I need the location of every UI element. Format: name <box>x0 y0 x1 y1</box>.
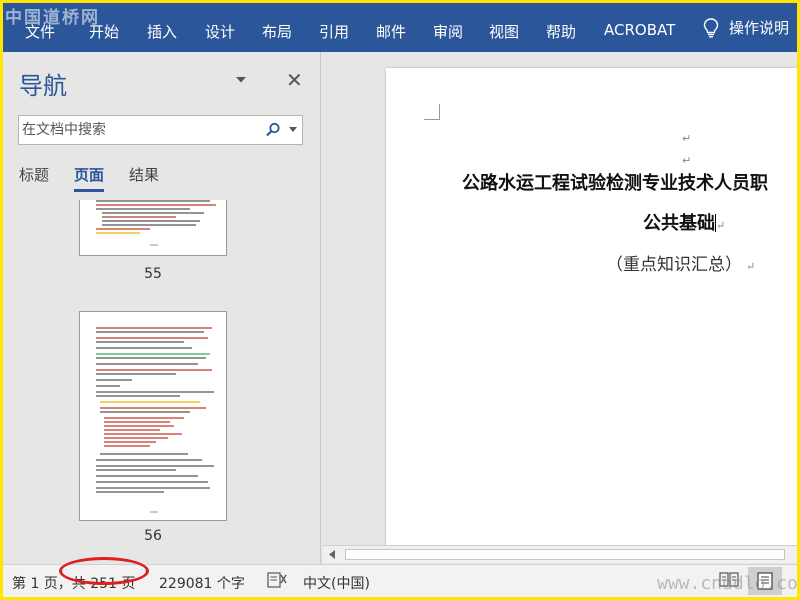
document-subtitle: 公共基础↵ <box>643 209 725 235</box>
language-indicator[interactable]: 中文(中国) <box>303 573 370 593</box>
tell-me-label: 操作说明 <box>729 19 790 37</box>
paragraph-mark: ↵ <box>716 219 726 232</box>
paragraph-mark: ↵ <box>746 260 756 273</box>
word-window: 文件 开始 插入 设计 布局 引用 邮件 审阅 视图 帮助 ACROBAT 操作… <box>3 3 797 597</box>
proofing-icon[interactable] <box>267 571 287 589</box>
nav-title: 导航 <box>19 72 67 100</box>
horizontal-scrollbar[interactable] <box>323 545 797 563</box>
nav-options-icon[interactable] <box>235 76 247 84</box>
lightbulb-icon <box>703 17 719 37</box>
tab-insert[interactable]: 插入 <box>147 21 177 42</box>
tab-layout[interactable]: 布局 <box>262 21 292 42</box>
tell-me-box[interactable]: 操作说明 <box>703 17 789 38</box>
tab-references[interactable]: 引用 <box>319 21 349 42</box>
search-icon[interactable] <box>265 122 281 138</box>
document-note: （重点知识汇总） ↵ <box>606 250 755 275</box>
thumbnail-content <box>96 200 216 246</box>
watermark-top: 中国道桥网 <box>5 8 100 28</box>
tab-view[interactable]: 视图 <box>489 21 519 42</box>
watermark-bottom: www.cnddlo.com <box>657 573 797 594</box>
paragraph-mark: ↵ <box>682 132 692 145</box>
close-icon[interactable]: ✕ <box>286 68 303 92</box>
thumbnail-label-55: 55 <box>144 266 162 282</box>
scrollbar-thumb[interactable] <box>345 549 785 560</box>
ribbon-tabs: 文件 开始 插入 设计 布局 引用 邮件 审阅 视图 帮助 ACROBAT 操作… <box>3 3 797 52</box>
document-page[interactable]: ↵ ↵ 公路水运工程试验检测专业技术人员职 公共基础↵ （重点知识汇总） ↵ <box>386 68 797 545</box>
nav-tab-pages[interactable]: 页面 <box>74 164 105 192</box>
nav-tab-results[interactable]: 结果 <box>129 164 159 189</box>
paragraph-mark: ↵ <box>682 154 692 167</box>
document-subtitle-text: 公共基础 <box>643 213 715 234</box>
thumbnail-label-56: 56 <box>144 528 162 544</box>
page-thumbnail-55[interactable] <box>79 200 227 256</box>
scroll-left-icon[interactable] <box>329 550 335 559</box>
document-area: ↵ ↵ 公路水运工程试验检测专业技术人员职 公共基础↵ （重点知识汇总） ↵ <box>322 52 797 564</box>
search-input[interactable] <box>22 120 252 140</box>
page-thumbnail-56[interactable] <box>79 311 227 521</box>
tab-help[interactable]: 帮助 <box>546 21 576 42</box>
tab-design[interactable]: 设计 <box>205 21 235 42</box>
document-note-text: （重点知识汇总） <box>606 255 742 275</box>
highlight-circle <box>59 557 149 585</box>
document-title: 公路水运工程试验检测专业技术人员职 <box>462 173 768 194</box>
navigation-pane: 导航 ✕ 标题 页面 结果 <box>3 52 321 564</box>
margin-corner-mark <box>424 104 440 120</box>
nav-tab-headings[interactable]: 标题 <box>19 164 49 189</box>
chevron-down-icon[interactable] <box>289 127 297 133</box>
thumbnail-content <box>96 327 214 513</box>
tab-acrobat[interactable]: ACROBAT <box>604 21 675 39</box>
page-thumbnails: 55 56 <box>3 200 321 564</box>
word-count[interactable]: 229081 个字 <box>159 573 245 593</box>
search-box[interactable] <box>18 115 303 145</box>
tab-review[interactable]: 审阅 <box>433 21 463 42</box>
tab-mailings[interactable]: 邮件 <box>376 21 406 42</box>
